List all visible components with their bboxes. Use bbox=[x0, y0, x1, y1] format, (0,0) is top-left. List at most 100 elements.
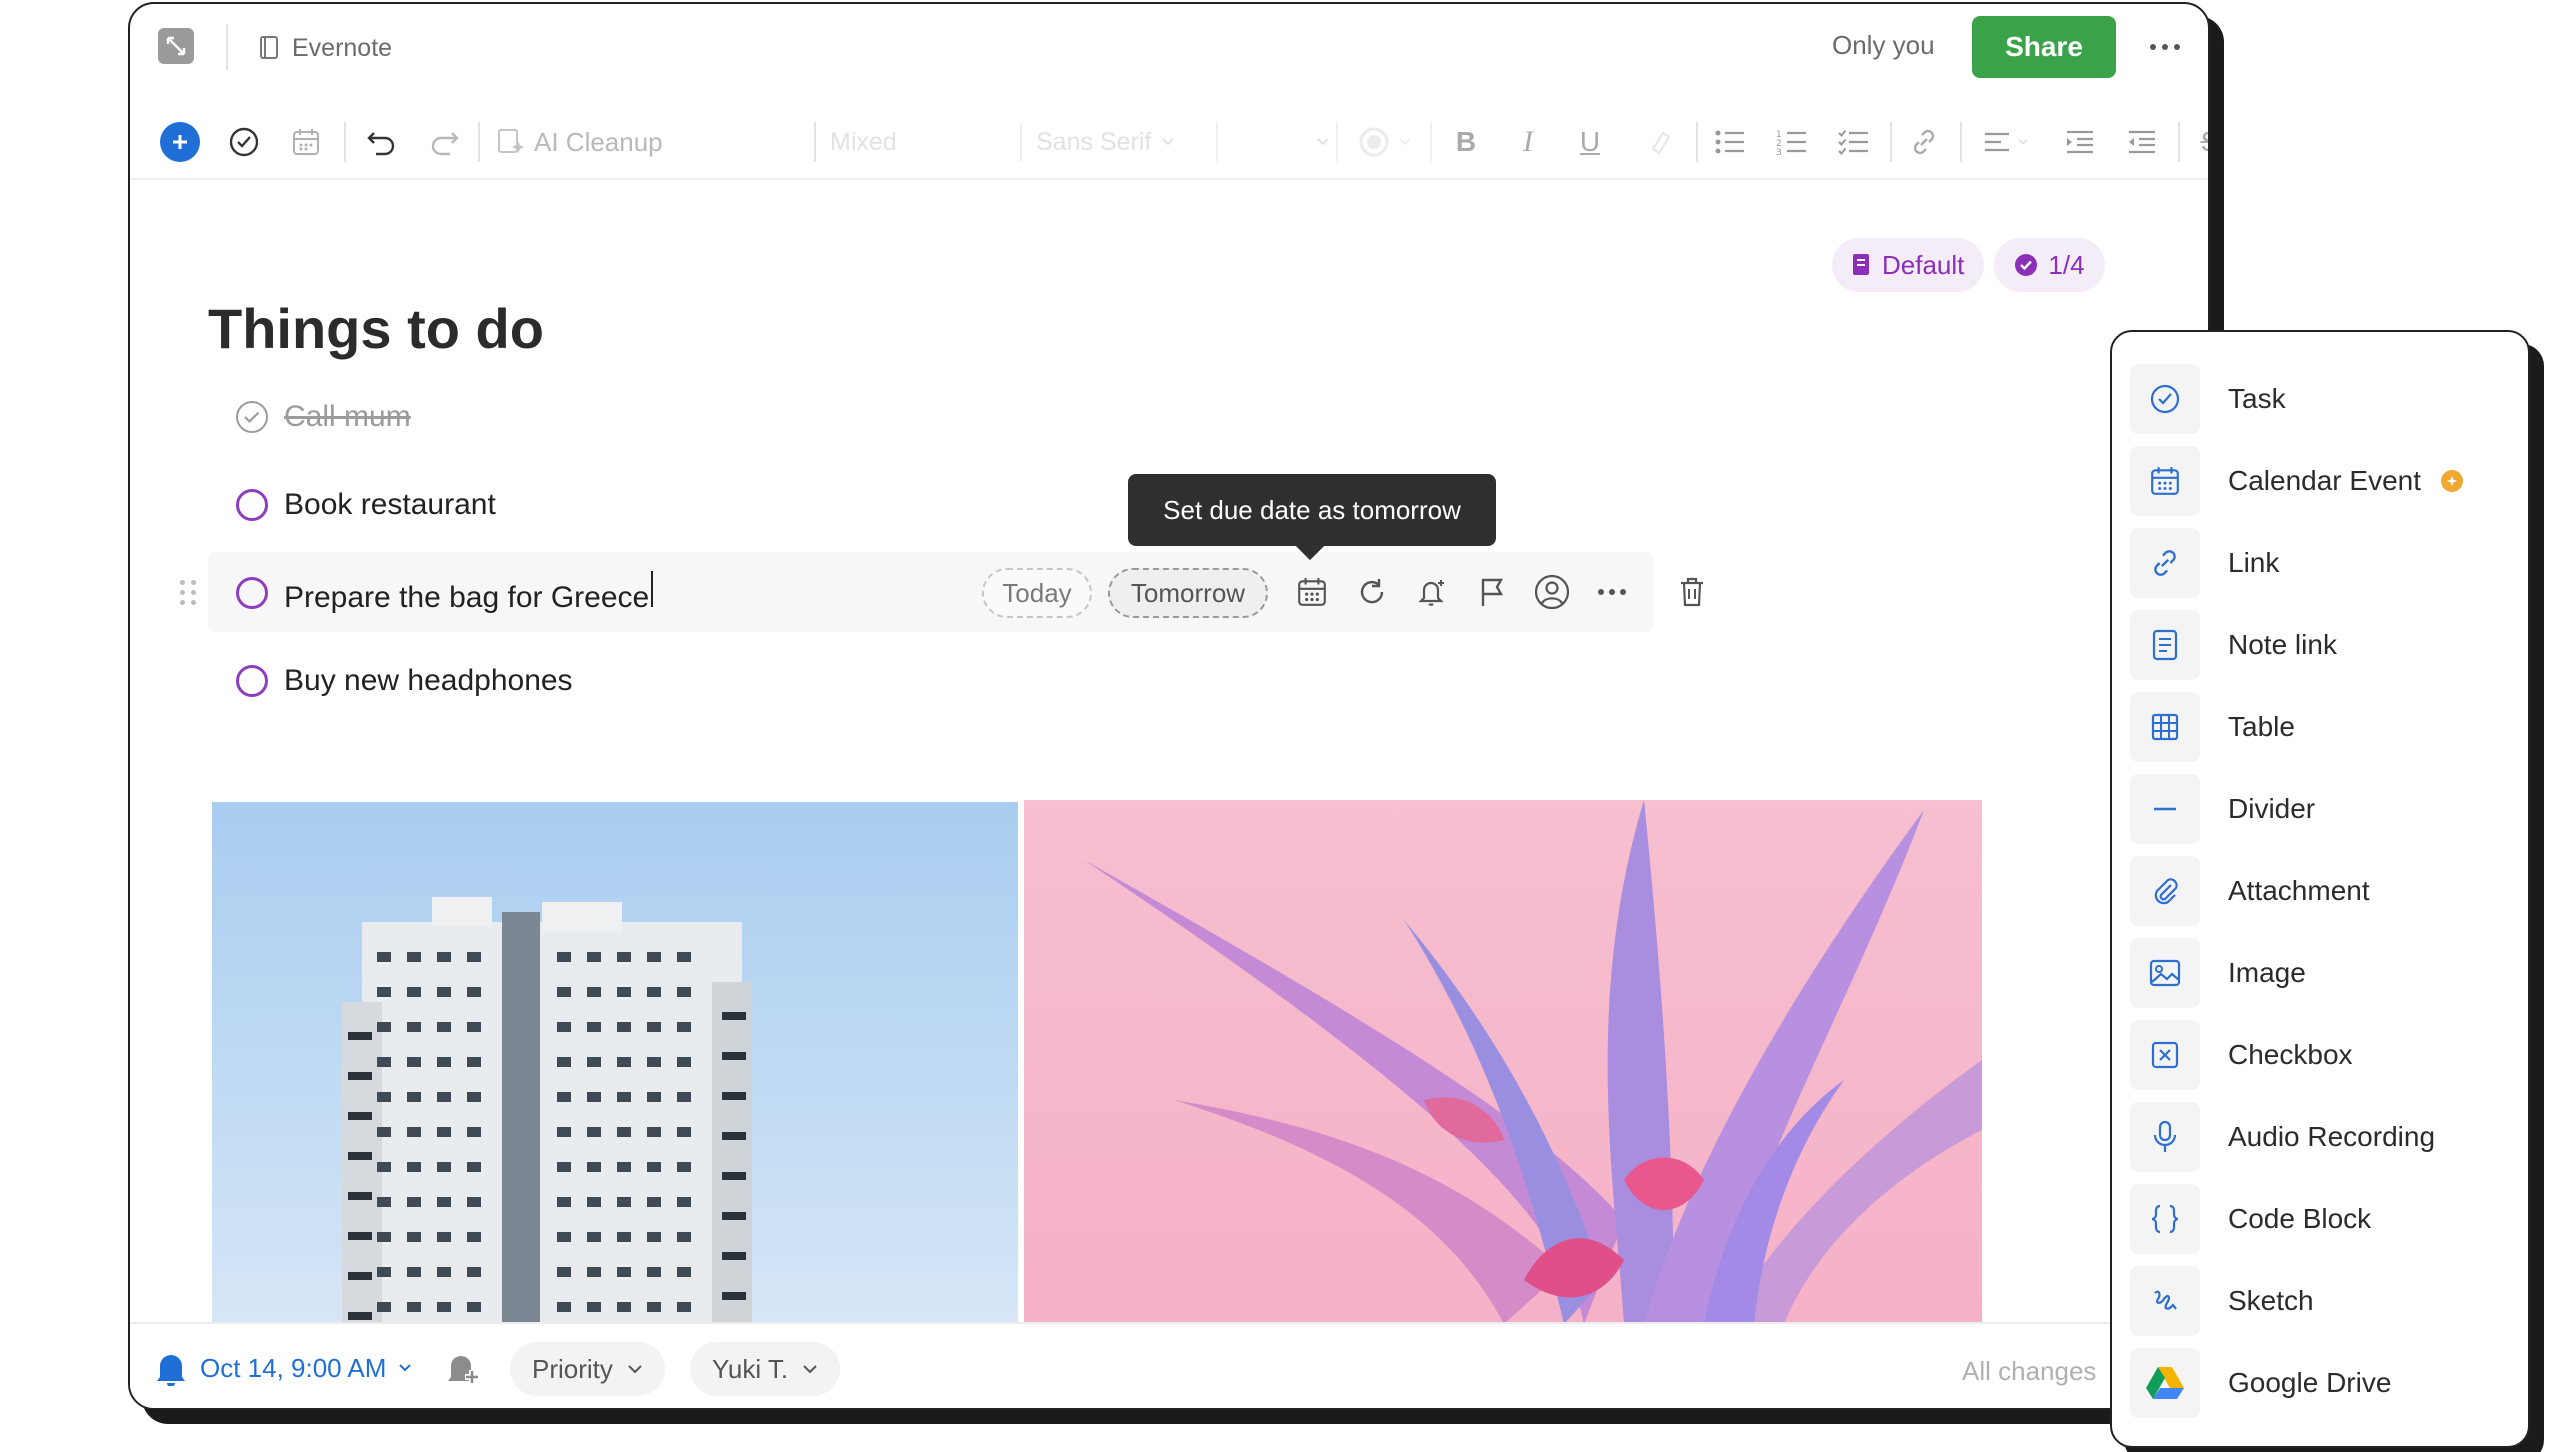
divider-icon bbox=[2130, 774, 2200, 844]
menu-item-audio-recording[interactable]: Audio Recording bbox=[2130, 1102, 2510, 1172]
menu-item-label: Sketch bbox=[2228, 1285, 2314, 1317]
undo-icon[interactable] bbox=[362, 122, 402, 162]
building-image[interactable] bbox=[212, 802, 1018, 1324]
task-more-icon[interactable] bbox=[1592, 572, 1632, 612]
task-checkbox[interactable] bbox=[236, 489, 268, 521]
italic-icon[interactable]: I bbox=[1508, 122, 1548, 162]
assignee-icon[interactable] bbox=[1532, 572, 1572, 612]
share-button[interactable]: Share bbox=[1972, 16, 2116, 78]
expand-icon[interactable] bbox=[158, 28, 194, 64]
chevron-down-icon bbox=[1161, 137, 1175, 147]
link-icon[interactable] bbox=[1904, 122, 1944, 162]
task-item[interactable]: Book restaurant bbox=[236, 480, 496, 530]
checklist-icon[interactable] bbox=[1834, 122, 1874, 162]
task-checkbox[interactable] bbox=[236, 665, 268, 697]
note-link-icon bbox=[2130, 610, 2200, 680]
flag-icon[interactable] bbox=[1472, 572, 1512, 612]
table-icon bbox=[2130, 692, 2200, 762]
task-checkbox-checked[interactable] bbox=[236, 401, 268, 433]
highlight-icon[interactable] bbox=[1630, 122, 1690, 162]
menu-item-link[interactable]: Link bbox=[2130, 528, 2510, 598]
agave-plant-image[interactable] bbox=[1024, 800, 1982, 1324]
font-size-select[interactable] bbox=[1230, 122, 1330, 162]
strikethrough-icon[interactable]: S bbox=[2190, 122, 2210, 162]
notebook-link[interactable]: Evernote bbox=[258, 28, 392, 68]
task-checkbox[interactable] bbox=[236, 577, 268, 609]
menu-item-divider[interactable]: Divider bbox=[2130, 774, 2510, 844]
outdent-icon[interactable] bbox=[2122, 122, 2162, 162]
chevron-down-icon bbox=[398, 1363, 412, 1373]
assignee-select[interactable]: Yuki T. bbox=[690, 1342, 840, 1396]
style-select[interactable]: Mixed bbox=[830, 122, 1010, 162]
menu-item-image[interactable]: Image bbox=[2130, 938, 2510, 1008]
redo-icon[interactable] bbox=[424, 122, 464, 162]
task-label[interactable]: Prepare the bag for Greece bbox=[284, 571, 653, 615]
indent-icon[interactable] bbox=[2060, 122, 2100, 162]
numbered-list-icon[interactable]: 123 bbox=[1772, 122, 1812, 162]
underline-icon[interactable]: U bbox=[1570, 122, 1610, 162]
menu-item-checkbox[interactable]: Checkbox bbox=[2130, 1020, 2510, 1090]
task-item[interactable]: Call mum bbox=[236, 392, 411, 442]
formatting-toolbar: AI Cleanup Mixed Sans Serif B I U bbox=[130, 104, 2208, 180]
text-caret bbox=[651, 571, 653, 607]
repeat-icon[interactable] bbox=[1352, 572, 1392, 612]
sharing-status[interactable]: Only you bbox=[1832, 30, 1935, 61]
ai-cleanup-button[interactable]: AI Cleanup bbox=[496, 122, 796, 162]
task-label: Book restaurant bbox=[284, 488, 496, 522]
sketch-icon bbox=[2130, 1266, 2200, 1336]
menu-item-code-block[interactable]: Code Block bbox=[2130, 1184, 2510, 1254]
task-count-badge[interactable]: 1/4 bbox=[1994, 238, 2104, 292]
menu-item-label: Task bbox=[2228, 383, 2286, 415]
calendar-icon[interactable] bbox=[286, 122, 326, 162]
toolbar-divider bbox=[1430, 122, 1432, 162]
bell-icon bbox=[154, 1350, 188, 1386]
drag-handle-icon[interactable] bbox=[180, 580, 197, 605]
task-item[interactable]: Buy new headphones bbox=[236, 656, 573, 706]
menu-item-calendar-event[interactable]: Calendar Event bbox=[2130, 446, 2510, 516]
menu-item-task[interactable]: Task bbox=[2130, 364, 2510, 434]
bold-icon[interactable]: B bbox=[1446, 122, 1486, 162]
add-reminder-icon[interactable] bbox=[446, 1350, 484, 1393]
delete-trash-icon[interactable] bbox=[1672, 572, 1712, 612]
checkbox-icon bbox=[2130, 1020, 2200, 1090]
menu-item-label: Image bbox=[2228, 957, 2306, 989]
color-swatch-icon bbox=[1358, 126, 1390, 158]
menu-item-google-drive[interactable]: Google Drive bbox=[2130, 1348, 2510, 1418]
title-bar: Evernote Only you Share bbox=[130, 4, 2208, 92]
align-select[interactable] bbox=[1976, 122, 2036, 162]
notebook-name: Evernote bbox=[292, 34, 392, 63]
more-options-icon[interactable] bbox=[2140, 24, 2190, 70]
task-icon[interactable] bbox=[224, 122, 264, 162]
tomorrow-chip[interactable]: Tomorrow bbox=[1108, 568, 1268, 618]
align-left-icon bbox=[1983, 130, 2011, 154]
menu-item-table[interactable]: Table bbox=[2130, 692, 2510, 762]
menu-item-note-link[interactable]: Note link bbox=[2130, 610, 2510, 680]
title-divider bbox=[226, 24, 228, 70]
paperclip-icon bbox=[2130, 856, 2200, 926]
reminder-bell-icon[interactable] bbox=[1412, 572, 1452, 612]
reminder-date-picker[interactable]: Oct 14, 9:00 AM bbox=[154, 1350, 412, 1386]
task-label: Call mum bbox=[284, 400, 411, 434]
menu-item-label: Checkbox bbox=[2228, 1039, 2353, 1071]
style-select-value: Mixed bbox=[830, 128, 897, 157]
font-select[interactable]: Sans Serif bbox=[1036, 122, 1206, 162]
ai-cleanup-label: AI Cleanup bbox=[534, 127, 663, 158]
priority-label: Priority bbox=[532, 1354, 613, 1385]
due-date-calendar-icon[interactable] bbox=[1292, 572, 1332, 612]
menu-item-label: Link bbox=[2228, 547, 2279, 579]
bullet-list-icon[interactable] bbox=[1710, 122, 1750, 162]
toolbar-divider bbox=[1336, 122, 1338, 162]
priority-select[interactable]: Priority bbox=[510, 1342, 665, 1396]
task-item-active[interactable]: Prepare the bag for Greece bbox=[236, 568, 653, 618]
font-select-value: Sans Serif bbox=[1036, 128, 1151, 157]
template-badge[interactable]: Default bbox=[1832, 238, 1984, 292]
menu-item-attachment[interactable]: Attachment bbox=[2130, 856, 2510, 926]
menu-item-sketch[interactable]: Sketch bbox=[2130, 1266, 2510, 1336]
note-title[interactable]: Things to do bbox=[208, 296, 544, 361]
insert-button[interactable] bbox=[160, 122, 200, 162]
text-color-select[interactable] bbox=[1350, 122, 1420, 162]
chevron-down-icon bbox=[627, 1364, 643, 1374]
chevron-down-icon bbox=[1398, 137, 1412, 147]
today-chip[interactable]: Today bbox=[982, 568, 1092, 618]
microphone-icon bbox=[2130, 1102, 2200, 1172]
